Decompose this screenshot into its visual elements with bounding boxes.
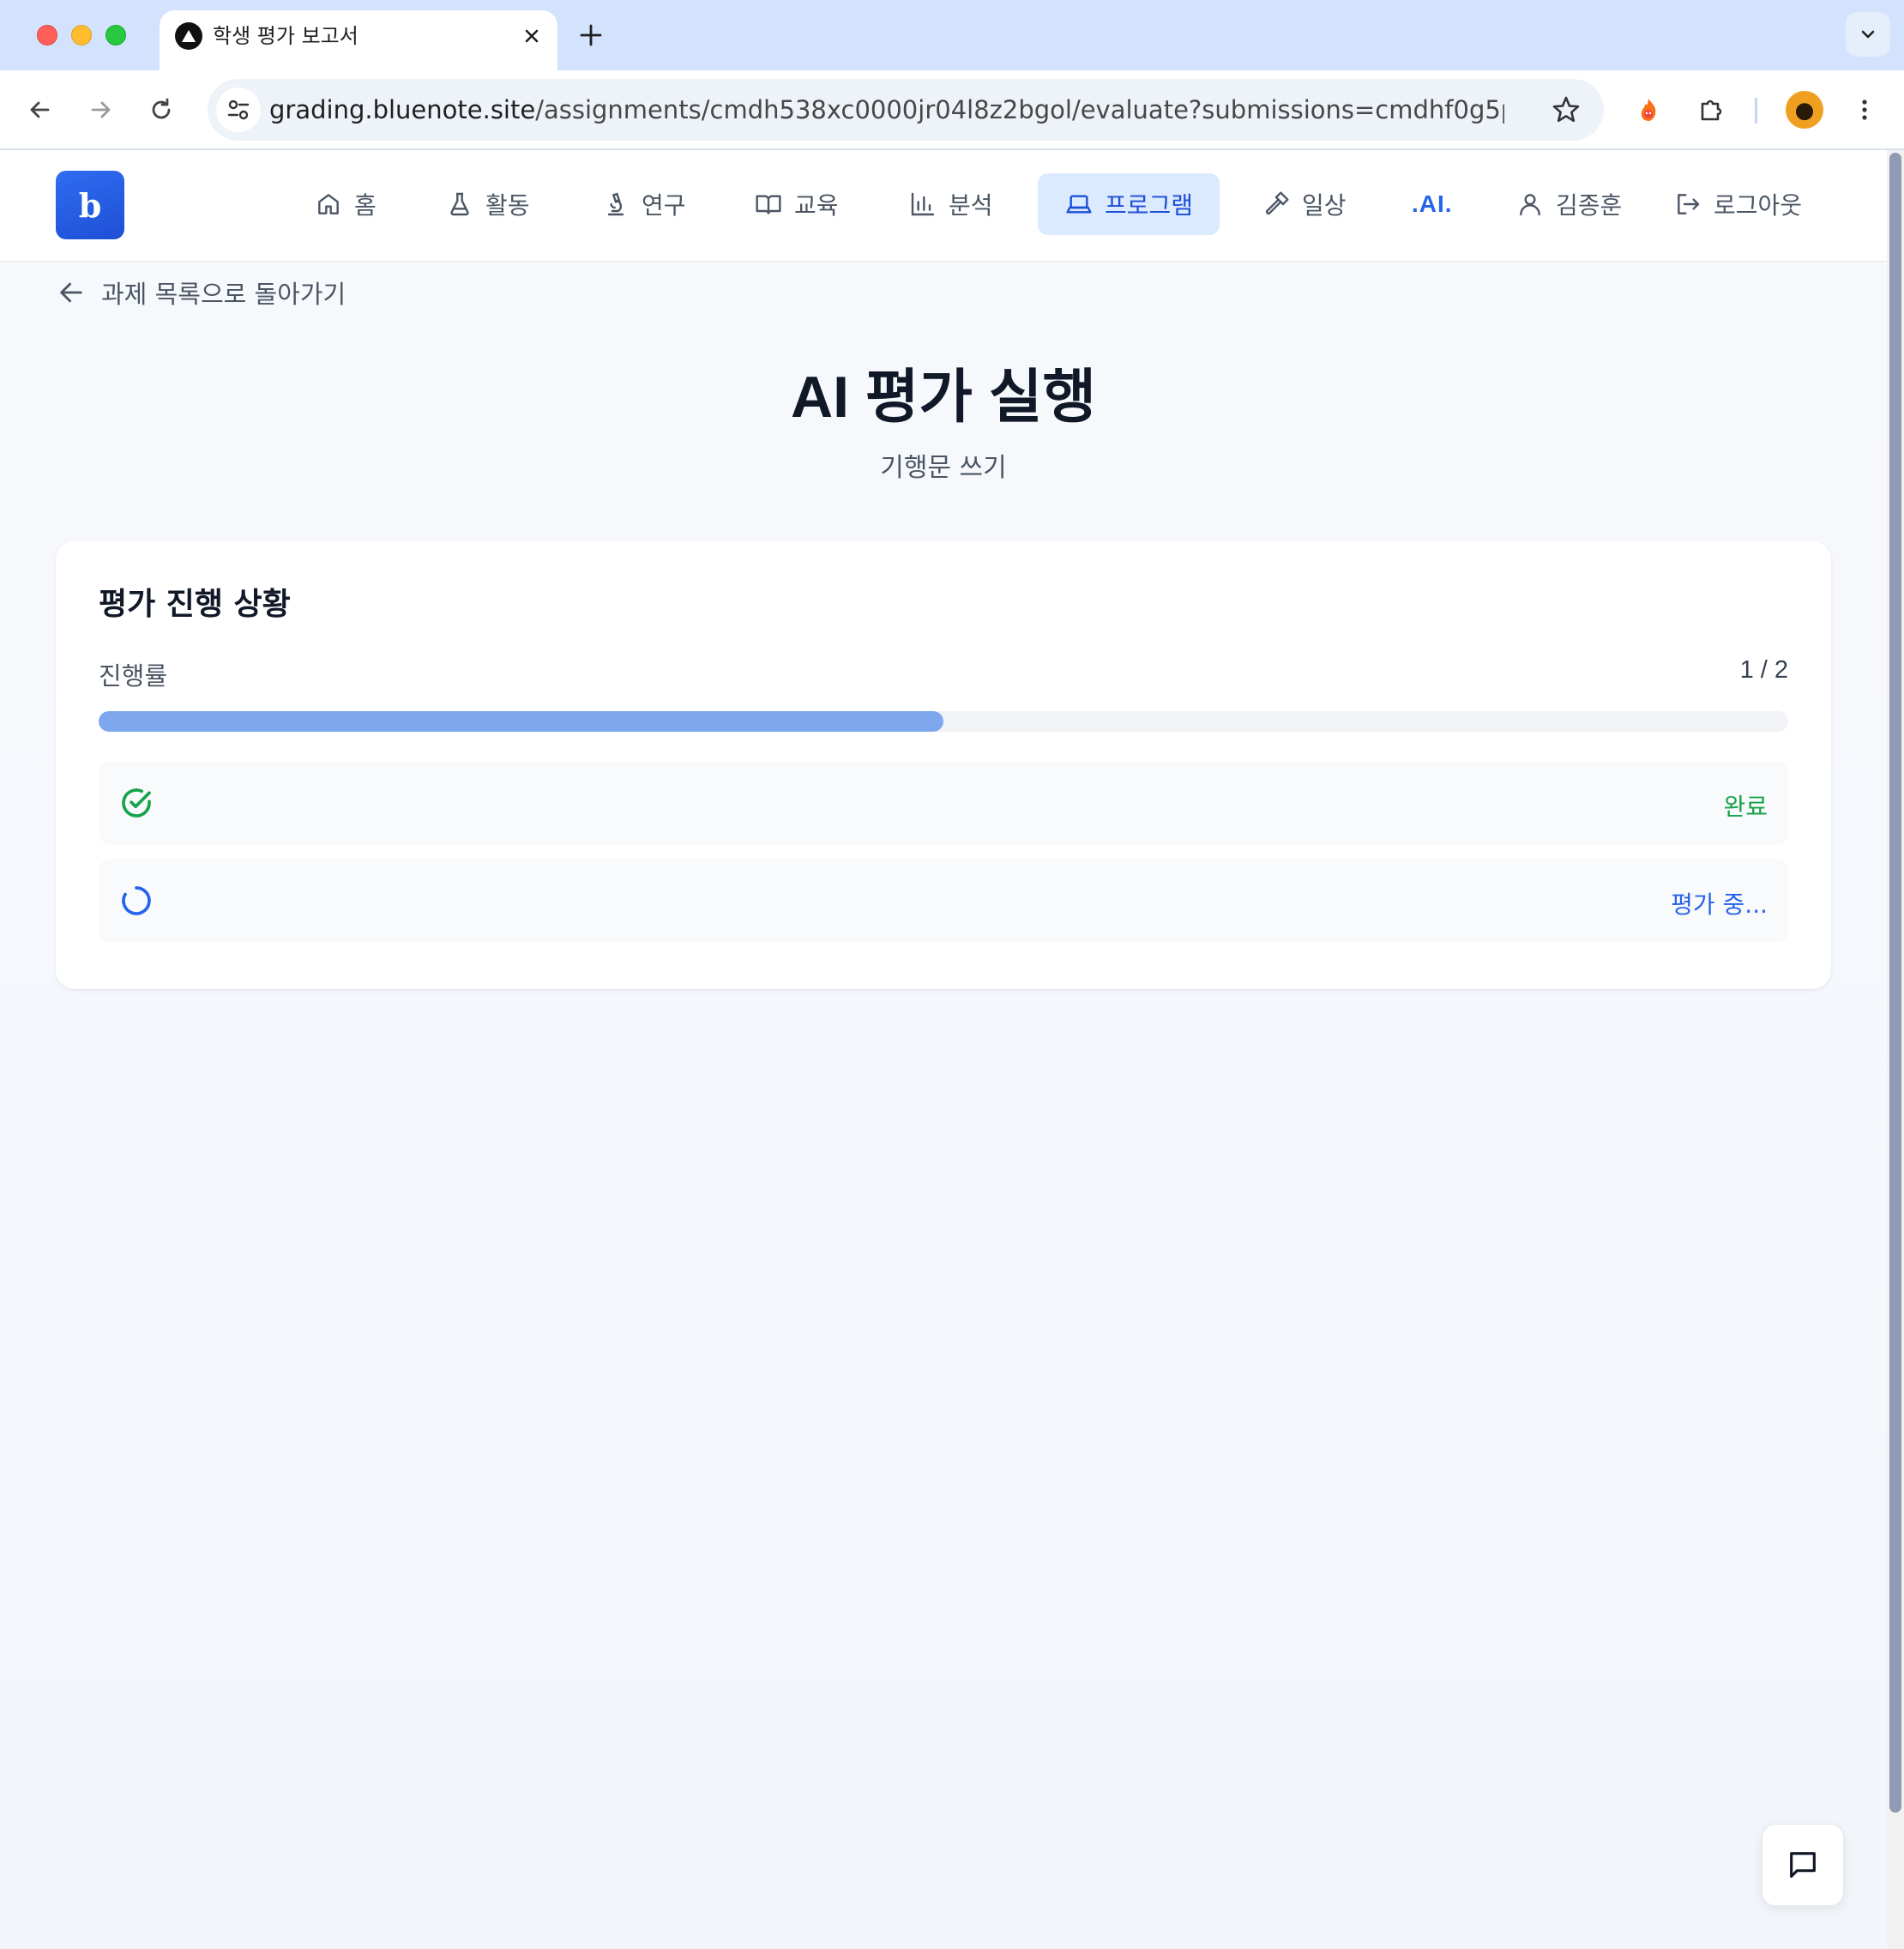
bar-chart-icon [911, 192, 935, 216]
site-info-button[interactable] [216, 87, 261, 132]
nav-label: 분석 [949, 191, 993, 220]
logout-icon [1678, 194, 1700, 214]
tab-close-icon[interactable] [518, 22, 545, 50]
progress-label: 진행률 [99, 661, 168, 691]
nav-label: 김종훈 [1556, 191, 1623, 220]
flame-icon [1641, 99, 1656, 121]
url-text[interactable]: grading.bluenote.site/assignments/cmdh53… [269, 94, 1504, 125]
arrow-left-icon [60, 282, 82, 303]
window-minimize-button[interactable] [71, 25, 92, 45]
nav-item-home[interactable]: 홈 [304, 173, 387, 235]
browser-tab[interactable]: 학생 평가 보고서 [160, 10, 557, 70]
nav-item-logout[interactable]: 로그아웃 [1664, 173, 1812, 235]
url-path: /assignments/cmdh538xc0000jr04l8z2bgol/e… [535, 95, 1504, 124]
tune-icon [227, 100, 250, 120]
loading-spinner-icon [122, 886, 151, 915]
nav-item-profile[interactable]: 김종훈 [1506, 173, 1632, 235]
nav-item-program[interactable]: 프로그램 [1038, 173, 1220, 235]
back-link-label: 과제 목록으로 돌아가기 [101, 280, 346, 309]
nav-label: 홈 [354, 191, 377, 220]
nav-label: 로그아웃 [1714, 191, 1803, 220]
address-bar[interactable]: grading.bluenote.site/assignments/cmdh53… [208, 79, 1604, 141]
nav-item-analysis[interactable]: 분석 [899, 173, 1003, 235]
laptop-icon [1066, 195, 1092, 214]
arrow-left-icon [30, 101, 50, 118]
nav-label: 활동 [485, 191, 530, 220]
site-logo[interactable]: b [56, 171, 124, 239]
nav-item-activity[interactable]: 활동 [436, 173, 540, 235]
hammer-icon [1265, 191, 1289, 215]
status-label: 평가 중... [1671, 890, 1768, 919]
progress-count: 1 / 2 [1739, 656, 1788, 684]
page-scrollbar-thumb[interactable] [1889, 153, 1901, 1813]
progress-bar-fill [99, 711, 943, 732]
flask-icon [450, 192, 469, 216]
tab-favicon-icon [175, 22, 202, 50]
nav-label: 일상 [1302, 191, 1347, 220]
check-circle-icon [122, 788, 151, 818]
home-icon [318, 194, 339, 214]
reload-icon [152, 98, 171, 119]
nav-label: 교육 [794, 191, 839, 220]
progress-bar [99, 711, 1788, 732]
page-viewport: b 홈 활동 연구 교육 분석 프로그램 일상 .AI. 김종훈 로그아웃 과제… [0, 150, 1887, 1949]
puzzle-icon [1701, 100, 1722, 121]
message-square-icon [1790, 1852, 1816, 1878]
status-label: 완료 [1723, 793, 1768, 821]
site-header: b 홈 활동 연구 교육 분석 프로그램 일상 .AI. 김종훈 로그아웃 [0, 150, 1887, 262]
extensions-button[interactable] [1691, 89, 1732, 130]
reload-button[interactable] [141, 89, 182, 130]
new-tab-icon[interactable] [575, 19, 607, 51]
nav-item-research[interactable]: 연구 [592, 173, 696, 235]
page-subtitle: 기행문 쓰기 [880, 453, 1007, 483]
arrow-right-icon [91, 101, 111, 118]
back-to-assignments-link[interactable]: 과제 목록으로 돌아가기 [57, 267, 346, 318]
chevron-down-icon [1861, 30, 1875, 39]
tab-search-button[interactable] [1846, 12, 1890, 57]
url-host: grading.bluenote.site [269, 95, 536, 124]
bookmark-star-icon[interactable] [1551, 94, 1582, 125]
more-vertical-icon [1862, 100, 1867, 120]
toolbar-divider [1755, 98, 1757, 124]
nav-item-ai[interactable]: .AI. [1401, 173, 1463, 235]
browser-tab-bar: 학생 평가 보고서 [0, 0, 1904, 70]
back-button[interactable] [19, 89, 60, 130]
extension-flame-button[interactable] [1628, 89, 1669, 130]
forward-button[interactable] [81, 89, 122, 130]
nav-label: 연구 [642, 191, 686, 220]
window-close-button[interactable] [37, 25, 57, 45]
browser-toolbar: grading.bluenote.site/assignments/cmdh53… [0, 70, 1904, 149]
tab-title: 학생 평가 보고서 [213, 24, 359, 48]
page-title: AI 평가 실행 [790, 365, 1097, 430]
chat-button[interactable] [1762, 1824, 1844, 1906]
card-title: 평가 진행 상황 [99, 587, 291, 622]
book-open-icon [756, 195, 781, 214]
user-icon [1520, 194, 1540, 216]
profile-avatar[interactable] [1786, 91, 1823, 129]
submission-status-row: 완료 [99, 761, 1788, 845]
browser-menu-button[interactable] [1844, 89, 1885, 130]
evaluation-progress-card: 평가 진행 상황 진행률 1 / 2 완료 평가 중... [56, 541, 1831, 989]
nav-item-daily[interactable]: 일상 [1252, 173, 1357, 235]
submission-status-row: 평가 중... [99, 859, 1788, 943]
microscope-icon [607, 192, 624, 216]
nav-label: 프로그램 [1105, 191, 1194, 220]
window-zoom-button[interactable] [105, 25, 126, 45]
nav-label: .AI. [1412, 190, 1453, 217]
nav-item-education[interactable]: 교육 [744, 173, 849, 235]
